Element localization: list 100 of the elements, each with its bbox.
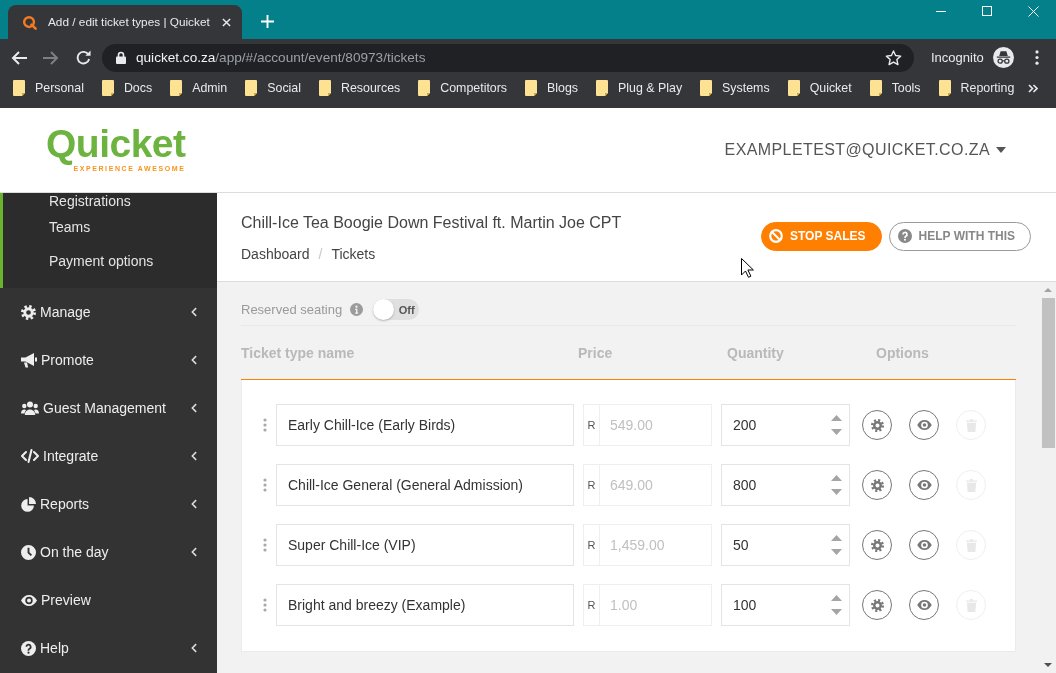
folder-icon bbox=[700, 80, 713, 96]
chevron-left-icon bbox=[191, 403, 197, 413]
visibility-button[interactable] bbox=[909, 530, 939, 560]
quantity-field[interactable]: 200 bbox=[721, 404, 850, 446]
up-arrow-icon[interactable] bbox=[831, 535, 842, 541]
chevron-left-icon bbox=[191, 499, 197, 509]
bookmark-item[interactable]: Docs bbox=[93, 77, 161, 99]
up-arrow-icon[interactable] bbox=[831, 595, 842, 601]
bookmark-item[interactable]: Plug & Play bbox=[588, 77, 691, 99]
close-icon bbox=[221, 17, 231, 27]
eye-icon bbox=[916, 480, 932, 490]
bookmark-item[interactable]: Competitors bbox=[410, 77, 516, 99]
gear-icon bbox=[21, 304, 36, 320]
address-bar[interactable]: quicket.co.za/app/#/account/event/80973/tickets bbox=[102, 43, 914, 72]
nav-item[interactable]: Manage bbox=[0, 288, 217, 336]
folder-icon bbox=[938, 80, 951, 96]
drag-handle-icon[interactable] bbox=[263, 538, 267, 552]
lock-icon bbox=[116, 51, 126, 64]
submenu-item[interactable]: Payment options bbox=[49, 244, 217, 278]
column-header: Options bbox=[876, 344, 930, 361]
quantity-field[interactable]: 800 bbox=[721, 464, 850, 506]
settings-button[interactable] bbox=[862, 470, 892, 500]
help-button[interactable]: HELP WITH THIS bbox=[888, 221, 1031, 251]
users-icon bbox=[21, 401, 39, 415]
breadcrumb-link[interactable]: Dashboard bbox=[241, 245, 310, 262]
ticket-name-field[interactable]: Bright and breezy (Example) bbox=[276, 584, 574, 626]
bookmark-item[interactable]: Reporting bbox=[930, 77, 1023, 99]
drag-handle-icon[interactable] bbox=[263, 598, 267, 612]
eye-icon bbox=[916, 540, 932, 550]
bullhorn-icon bbox=[21, 352, 37, 368]
bookmark-item[interactable]: Systems bbox=[692, 77, 778, 99]
folder-icon bbox=[596, 80, 609, 96]
settings-button[interactable] bbox=[862, 530, 892, 560]
bookmark-item[interactable]: Tools bbox=[861, 77, 929, 99]
maximize-icon bbox=[982, 6, 992, 16]
profile-label: Incognito bbox=[931, 50, 984, 65]
ban-icon bbox=[768, 229, 783, 243]
close-tab-button[interactable] bbox=[219, 15, 233, 29]
down-arrow-icon[interactable] bbox=[831, 429, 842, 435]
down-arrow-icon[interactable] bbox=[831, 549, 842, 555]
code-icon bbox=[21, 449, 39, 463]
folder-icon bbox=[418, 80, 431, 96]
settings-button[interactable] bbox=[862, 590, 892, 620]
bookmark-item[interactable]: Resources bbox=[311, 77, 409, 99]
forward-arrow-icon bbox=[43, 50, 59, 65]
bookmark-item[interactable]: Quicket bbox=[779, 77, 860, 99]
settings-button[interactable] bbox=[862, 410, 892, 440]
plus-icon bbox=[260, 14, 274, 28]
scroll-down-icon[interactable] bbox=[1044, 663, 1052, 667]
nav-item[interactable]: Integrate bbox=[0, 432, 217, 480]
minimize-icon bbox=[936, 10, 946, 12]
bookmark-item[interactable]: Personal bbox=[5, 77, 92, 99]
bookmark-item[interactable]: Admin bbox=[162, 77, 236, 99]
gear-icon bbox=[870, 598, 884, 612]
breadcrumb-current: Tickets bbox=[331, 245, 376, 262]
ticket-name-field[interactable]: Super Chill-Ice (VIP) bbox=[276, 524, 574, 566]
bookmark-item[interactable]: Blogs bbox=[517, 77, 587, 99]
url-text[interactable]: quicket.co.za/app/#/account/event/80973/tickets bbox=[136, 50, 884, 65]
folder-icon bbox=[787, 80, 800, 96]
nav-item[interactable]: Guest Management bbox=[0, 384, 217, 432]
gear-icon bbox=[870, 478, 884, 492]
bookmark-item[interactable]: Social bbox=[237, 77, 309, 99]
nav-item[interactable]: Help bbox=[0, 624, 217, 672]
up-arrow-icon[interactable] bbox=[831, 475, 842, 481]
scroll-up-icon[interactable] bbox=[1044, 288, 1052, 292]
chevron-left-icon bbox=[191, 355, 197, 365]
nav-item[interactable]: Preview bbox=[0, 576, 217, 624]
drag-handle-icon[interactable] bbox=[263, 478, 267, 492]
quantity-field[interactable]: 100 bbox=[721, 584, 850, 626]
scrollbar-thumb[interactable] bbox=[1042, 298, 1055, 448]
folder-icon bbox=[13, 80, 25, 96]
info-icon bbox=[350, 303, 364, 316]
ticket-name-field[interactable]: Chill-Ice General (General Admission) bbox=[276, 464, 574, 506]
pie-chart-icon bbox=[21, 496, 36, 512]
quantity-field[interactable]: 50 bbox=[721, 524, 850, 566]
visibility-button[interactable] bbox=[909, 470, 939, 500]
nav-item[interactable]: Promote bbox=[0, 336, 217, 384]
ticket-name-field[interactable]: Early Chill-Ice (Early Birds) bbox=[276, 404, 574, 446]
nav-item[interactable]: On the day bbox=[0, 528, 217, 576]
down-arrow-icon[interactable] bbox=[831, 609, 842, 615]
toggle-switch[interactable]: Off bbox=[373, 299, 420, 320]
submenu-item[interactable]: Teams bbox=[49, 210, 217, 244]
kebab-menu-icon bbox=[1034, 50, 1039, 65]
eye-icon bbox=[916, 600, 932, 610]
up-arrow-icon[interactable] bbox=[831, 415, 842, 421]
visibility-button[interactable] bbox=[909, 410, 939, 440]
mouse-cursor-icon bbox=[741, 258, 754, 278]
visibility-button[interactable] bbox=[909, 590, 939, 620]
drag-handle-icon[interactable] bbox=[263, 418, 267, 432]
account-menu[interactable]: EXAMPLETEST@QUICKET.CO.ZA bbox=[724, 141, 1006, 159]
incognito-icon[interactable] bbox=[992, 47, 1014, 68]
chevron-left-icon bbox=[191, 547, 197, 557]
submenu-item[interactable]: Registrations bbox=[49, 193, 217, 210]
bookmark-star-button[interactable] bbox=[884, 48, 902, 67]
gear-icon bbox=[870, 538, 884, 552]
reload-icon bbox=[75, 50, 91, 65]
browser-tab[interactable]: Add / edit ticket types | Quicket bbox=[8, 5, 242, 39]
chevron-left-icon bbox=[191, 643, 197, 653]
nav-item[interactable]: Reports bbox=[0, 480, 217, 528]
down-arrow-icon[interactable] bbox=[831, 489, 842, 495]
